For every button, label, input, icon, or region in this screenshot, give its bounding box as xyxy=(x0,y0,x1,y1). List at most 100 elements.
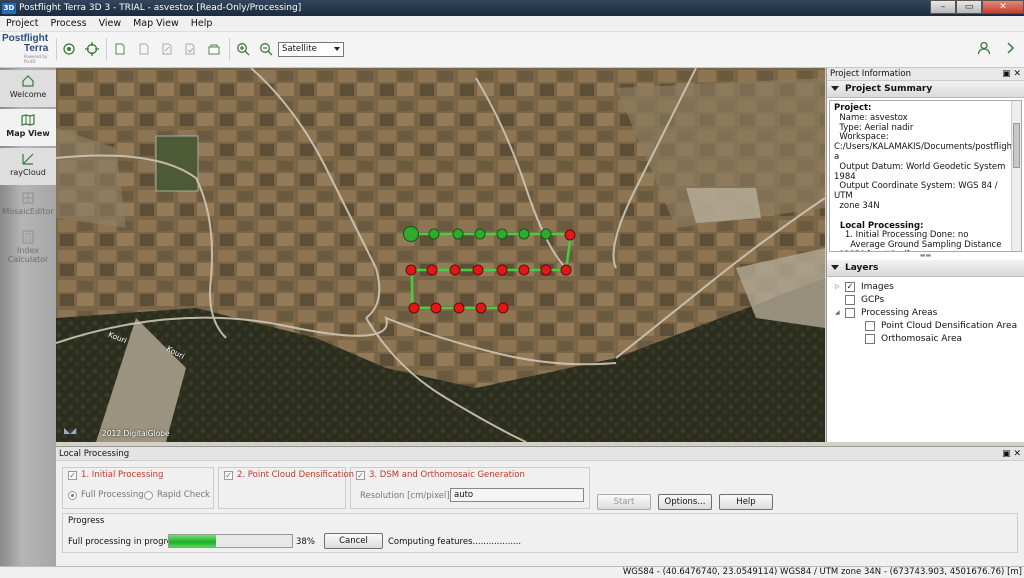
processed-image-point xyxy=(474,228,486,240)
panel-controls[interactable]: ▣ ✕ xyxy=(1002,68,1021,81)
pending-image-point xyxy=(430,302,442,314)
target-icon[interactable] xyxy=(84,41,100,57)
toolbar: Postflight Terra Powered by Pix4D Satell… xyxy=(0,32,1024,68)
zoom-in-icon[interactable] xyxy=(235,41,251,57)
step2-checkbox[interactable]: ✓ 2. Point Cloud Densification xyxy=(224,470,354,480)
close-button[interactable]: ✕ xyxy=(982,0,1024,14)
toolbar-separator xyxy=(229,38,230,60)
layer-checkbox[interactable] xyxy=(865,333,875,344)
pending-image-point xyxy=(564,229,576,241)
start-point-icon xyxy=(403,226,419,242)
menu-bar: Project Process View Map View Help xyxy=(0,16,1024,32)
cursor-coordinates: WGS84 - (40.6476740, 23.0549114) WGS84 /… xyxy=(622,567,1022,577)
flight-path-overlay xyxy=(403,226,576,314)
splitter-handle[interactable]: ▬▬ xyxy=(827,252,1024,260)
panel-title: Local Processing ▣ ✕ xyxy=(56,447,1024,461)
options-button[interactable]: Options... xyxy=(658,494,712,510)
edit-area-icon[interactable] xyxy=(159,41,175,57)
layer-item[interactable]: GCPs xyxy=(835,293,1024,306)
layer-item[interactable]: ◢ Processing Areas xyxy=(835,306,1024,319)
project-summary: Project: Name: asvestox Type: Aerial nad… xyxy=(829,100,1022,252)
expand-icon[interactable]: ◢ xyxy=(835,309,841,316)
processed-image-point xyxy=(540,228,552,240)
window-controls: – ▭ ✕ xyxy=(930,0,1024,14)
pending-image-point xyxy=(472,264,484,276)
full-processing-radio[interactable]: Full Processing xyxy=(68,490,144,500)
sidebar-item-welcome[interactable]: Welcome xyxy=(0,70,56,107)
processed-image-point xyxy=(428,228,440,240)
layer-checkbox[interactable] xyxy=(845,307,855,318)
mosaic-icon xyxy=(21,191,35,205)
sidebar-item-index-calculator[interactable]: Index Calculator xyxy=(0,226,56,268)
delete-icon[interactable] xyxy=(206,41,222,57)
expand-icon[interactable]: ▷ xyxy=(835,283,841,290)
resolution-label: Resolution [cm/pixel]: xyxy=(360,491,453,501)
summary-line: Output Coordinate System: WGS 84 / UTM xyxy=(834,181,1001,202)
minimize-button[interactable]: – xyxy=(930,0,956,14)
summary-line: (GSD) [cm/pixel]: - xyxy=(834,250,1007,251)
summary-line: C:/Users/KALAMAKIS/Documents/postflightt… xyxy=(834,142,1022,153)
local-processing-panel: Local Processing ▣ ✕ ✓ 1. Initial Process… xyxy=(56,446,1024,566)
help-button[interactable]: Help xyxy=(719,494,773,510)
layer-item[interactable]: Orthomosaic Area xyxy=(835,332,1024,345)
pending-image-point xyxy=(497,302,509,314)
scrollbar-thumb[interactable] xyxy=(1013,123,1020,168)
summary-line: zone 34N xyxy=(834,200,880,211)
collapse-icon xyxy=(831,86,839,91)
new-area-icon[interactable] xyxy=(112,41,128,57)
camera-icon[interactable] xyxy=(61,41,77,57)
layer-item[interactable]: Point Cloud Densification Area xyxy=(835,319,1024,332)
zoom-out-icon[interactable] xyxy=(258,41,274,57)
area-icon[interactable] xyxy=(136,41,152,57)
toolbar-separator xyxy=(56,38,57,60)
start-button[interactable]: Start xyxy=(597,494,651,510)
maximize-button[interactable]: ▭ xyxy=(956,0,982,14)
chevron-right-icon[interactable] xyxy=(1003,40,1019,56)
pending-image-point xyxy=(496,264,508,276)
sidebar-item-mosaic-editor[interactable]: MosaicEditor xyxy=(0,187,56,224)
pending-image-point xyxy=(560,264,572,276)
chevron-down-icon xyxy=(334,47,340,51)
summary-line: Output Datum: World Geodetic System 1984 xyxy=(834,161,1009,182)
map-view[interactable]: Kouri Kouri ◣◢ 2012 DigitalGlobe xyxy=(56,68,825,442)
layer-checkbox[interactable] xyxy=(865,320,875,331)
processed-image-point xyxy=(518,228,530,240)
rapid-check-radio[interactable]: Rapid Check xyxy=(144,490,210,500)
title-bar: 3D Postflight Terra 3D 3 - TRIAL - asves… xyxy=(0,0,1024,16)
pending-image-point xyxy=(518,264,530,276)
menu-view[interactable]: View xyxy=(93,18,128,29)
pending-image-point xyxy=(540,264,552,276)
menu-map-view[interactable]: Map View xyxy=(127,18,185,29)
user-icon[interactable] xyxy=(976,40,992,56)
step3-checkbox[interactable]: ✓ 3. DSM and Orthomosaic Generation xyxy=(356,470,525,480)
home-icon xyxy=(21,74,35,88)
pending-image-point xyxy=(426,264,438,276)
pending-image-point xyxy=(408,302,420,314)
step1-checkbox[interactable]: ✓ 1. Initial Processing xyxy=(68,470,163,480)
progress-percent: 38% xyxy=(296,537,315,547)
status-bar: WGS84 - (40.6476740, 23.0549114) WGS84 /… xyxy=(0,566,1024,578)
sidebar-item-map-view[interactable]: Map View xyxy=(0,109,56,146)
processing-status: Computing features.................. xyxy=(388,537,522,547)
resolution-input[interactable]: auto xyxy=(450,488,584,502)
sidebar-item-raycloud[interactable]: rayCloud xyxy=(0,148,56,185)
menu-project[interactable]: Project xyxy=(0,18,45,29)
menu-process[interactable]: Process xyxy=(45,18,93,29)
pending-image-point xyxy=(453,302,465,314)
basemap-select[interactable]: Satellite xyxy=(278,42,344,57)
view-sidebar: Welcome Map View rayCloud MosaicEditor I… xyxy=(0,68,56,566)
project-summary-header[interactable]: Project Summary xyxy=(827,81,1024,98)
project-summary-text: Project: Name: asvestox Type: Aerial nad… xyxy=(830,101,1022,251)
layer-checkbox[interactable] xyxy=(845,294,855,305)
layer-label: Processing Areas xyxy=(861,307,938,318)
layer-item[interactable]: ▷ ✓ Images xyxy=(835,280,1024,293)
toolbar-separator xyxy=(106,38,107,60)
layers-header[interactable]: Layers xyxy=(827,260,1024,277)
postflight-logo: Postflight Terra Powered by Pix4D xyxy=(2,33,49,65)
layer-checkbox[interactable]: ✓ xyxy=(845,281,855,292)
cancel-button[interactable]: Cancel xyxy=(324,533,383,549)
menu-help[interactable]: Help xyxy=(185,18,219,29)
check-area-icon[interactable] xyxy=(182,41,198,57)
summary-scrollbar[interactable] xyxy=(1011,101,1021,251)
panel-controls[interactable]: ▣ ✕ xyxy=(1002,447,1021,461)
